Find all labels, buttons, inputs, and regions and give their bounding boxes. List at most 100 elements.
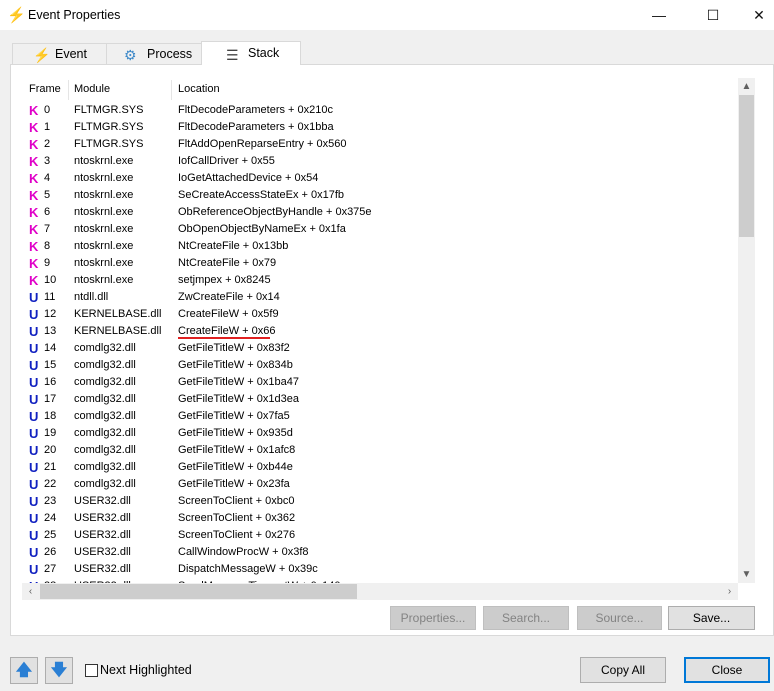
module-name: comdlg32.dll [74, 461, 136, 473]
location: ObOpenObjectByNameEx + 0x1fa [178, 223, 346, 235]
save-button[interactable]: Save... [668, 606, 755, 630]
user-icon: U [29, 477, 39, 492]
table-row[interactable]: K 0 FLTMGR.SYS FltDecodeParameters + 0x2… [22, 102, 738, 119]
location: NtCreateFile + 0x79 [178, 257, 277, 269]
table-row[interactable]: K 4 ntoskrnl.exe IoGetAttachedDevice + 0… [22, 170, 738, 187]
properties-button[interactable]: Properties... [390, 606, 476, 630]
table-row[interactable]: U 15 comdlg32.dll GetFileTitleW + 0x834b [22, 357, 738, 374]
horizontal-scrollbar[interactable]: ‹ › [22, 583, 738, 600]
frame-number: 0 [44, 104, 51, 116]
vertical-scroll-thumb[interactable] [739, 95, 754, 237]
frame-number: 22 [44, 478, 57, 490]
minimize-button[interactable]: — [636, 0, 682, 30]
scroll-right-arrow[interactable]: › [721, 583, 738, 600]
tab-event[interactable]: ⚡ Event [12, 43, 119, 65]
table-row[interactable]: K 1 FLTMGR.SYS FltDecodeParameters + 0x1… [22, 119, 738, 136]
column-header-module[interactable]: Module [74, 78, 110, 100]
column-header-frame[interactable]: Frame [29, 78, 61, 100]
location: GetFileTitleW + 0xb44e [178, 461, 293, 473]
table-row[interactable]: K 10 ntoskrnl.exe setjmpex + 0x8245 [22, 272, 738, 289]
location: ObReferenceObjectByHandle + 0x375e [178, 206, 372, 218]
table-row[interactable]: U 18 comdlg32.dll GetFileTitleW + 0x7fa5 [22, 408, 738, 425]
close-window-button[interactable]: ✕ [736, 0, 774, 30]
module-name: comdlg32.dll [74, 376, 136, 388]
module-name: comdlg32.dll [74, 478, 136, 490]
table-row[interactable]: U 12 KERNELBASE.dll CreateFileW + 0x5f9 [22, 306, 738, 323]
module-name: USER32.dll [74, 512, 131, 524]
table-row[interactable]: U 20 comdlg32.dll GetFileTitleW + 0x1afc… [22, 442, 738, 459]
location: FltDecodeParameters + 0x210c [178, 104, 333, 116]
location: ScreenToClient + 0x362 [178, 512, 296, 524]
tab-label: Event [55, 47, 87, 61]
location: CreateFileW + 0x5f9 [178, 308, 279, 320]
tab-process[interactable]: ⚙ Process [106, 43, 202, 65]
table-row[interactable]: U 22 comdlg32.dll GetFileTitleW + 0x23fa [22, 476, 738, 493]
layers-icon: ☰ [226, 47, 239, 63]
table-row[interactable]: U 23 USER32.dll ScreenToClient + 0xbc0 [22, 493, 738, 510]
module-name: comdlg32.dll [74, 410, 136, 422]
table-row[interactable]: K 5 ntoskrnl.exe SeCreateAccessStateEx +… [22, 187, 738, 204]
table-row[interactable]: U 19 comdlg32.dll GetFileTitleW + 0x935d [22, 425, 738, 442]
stack-list[interactable]: Frame Module Location K 0 FLTMGR.SYS Flt… [22, 78, 756, 600]
table-row[interactable]: U 24 USER32.dll ScreenToClient + 0x362 [22, 510, 738, 527]
table-row[interactable]: U 17 comdlg32.dll GetFileTitleW + 0x1d3e… [22, 391, 738, 408]
frame-number: 24 [44, 512, 57, 524]
frame-number: 27 [44, 563, 57, 575]
scroll-left-arrow[interactable]: ‹ [22, 583, 39, 600]
table-row[interactable]: K 3 ntoskrnl.exe IofCallDriver + 0x55 [22, 153, 738, 170]
table-row[interactable]: U 25 USER32.dll ScreenToClient + 0x276 [22, 527, 738, 544]
tab-stack[interactable]: ☰ Stack [201, 41, 301, 65]
vertical-scrollbar[interactable]: ▲ ▼ [738, 78, 755, 583]
frame-number: 11 [44, 291, 56, 303]
module-name: ntoskrnl.exe [74, 172, 134, 184]
table-row[interactable]: U 13 KERNELBASE.dll CreateFileW + 0x66 [22, 323, 738, 340]
module-name: ntoskrnl.exe [74, 155, 134, 167]
previous-button[interactable]: 🡅 [10, 657, 38, 684]
module-name: USER32.dll [74, 563, 131, 575]
search-button[interactable]: Search... [483, 606, 569, 630]
module-name: comdlg32.dll [74, 342, 136, 354]
table-row[interactable]: K 7 ntoskrnl.exe ObOpenObjectByNameEx + … [22, 221, 738, 238]
close-button[interactable]: Close [684, 657, 770, 683]
frame-number: 23 [44, 495, 57, 507]
table-row[interactable]: U 14 comdlg32.dll GetFileTitleW + 0x83f2 [22, 340, 738, 357]
module-name: KERNELBASE.dll [74, 325, 162, 337]
module-name: FLTMGR.SYS [74, 104, 144, 116]
module-name: USER32.dll [74, 495, 131, 507]
next-highlighted-checkbox[interactable] [85, 664, 98, 677]
highlight-underline [178, 337, 270, 339]
user-icon: U [29, 545, 39, 560]
scroll-down-arrow[interactable]: ▼ [738, 566, 755, 583]
table-row[interactable]: K 9 ntoskrnl.exe NtCreateFile + 0x79 [22, 255, 738, 272]
table-row[interactable]: K 2 FLTMGR.SYS FltAddOpenReparseEntry + … [22, 136, 738, 153]
frame-number: 6 [44, 206, 51, 218]
frame-number: 20 [44, 444, 57, 456]
table-row[interactable]: U 16 comdlg32.dll GetFileTitleW + 0x1ba4… [22, 374, 738, 391]
column-divider[interactable] [68, 80, 69, 100]
source-button[interactable]: Source... [577, 606, 662, 630]
copy-all-button[interactable]: Copy All [580, 657, 666, 683]
kernel-icon: K [29, 171, 39, 186]
scroll-up-arrow[interactable]: ▲ [738, 78, 755, 95]
column-header-location[interactable]: Location [178, 78, 220, 100]
table-row[interactable]: U 21 comdlg32.dll GetFileTitleW + 0xb44e [22, 459, 738, 476]
table-row[interactable]: K 6 ntoskrnl.exe ObReferenceObjectByHand… [22, 204, 738, 221]
lightning-icon: ⚡ [7, 7, 26, 24]
location: GetFileTitleW + 0x1afc8 [178, 444, 296, 456]
gear-icon: ⚙ [124, 47, 137, 63]
table-row[interactable]: U 26 USER32.dll CallWindowProcW + 0x3f8 [22, 544, 738, 561]
maximize-button[interactable]: ☐ [690, 0, 736, 30]
column-divider[interactable] [171, 80, 172, 100]
frame-number: 9 [44, 257, 51, 269]
module-name: ntoskrnl.exe [74, 206, 134, 218]
horizontal-scroll-thumb[interactable] [40, 584, 357, 599]
table-row[interactable]: U 27 USER32.dll DispatchMessageW + 0x39c [22, 561, 738, 578]
module-name: ntoskrnl.exe [74, 223, 134, 235]
table-row[interactable]: K 8 ntoskrnl.exe NtCreateFile + 0x13bb [22, 238, 738, 255]
location: SeCreateAccessStateEx + 0x17fb [178, 189, 345, 201]
next-highlighted-label[interactable]: Next Highlighted [100, 663, 192, 677]
table-row[interactable]: U 11 ntdll.dll ZwCreateFile + 0x14 [22, 289, 738, 306]
next-button[interactable]: 🡇 [45, 657, 73, 684]
frame-number: 13 [44, 325, 57, 337]
location: ScreenToClient + 0x276 [178, 529, 296, 541]
